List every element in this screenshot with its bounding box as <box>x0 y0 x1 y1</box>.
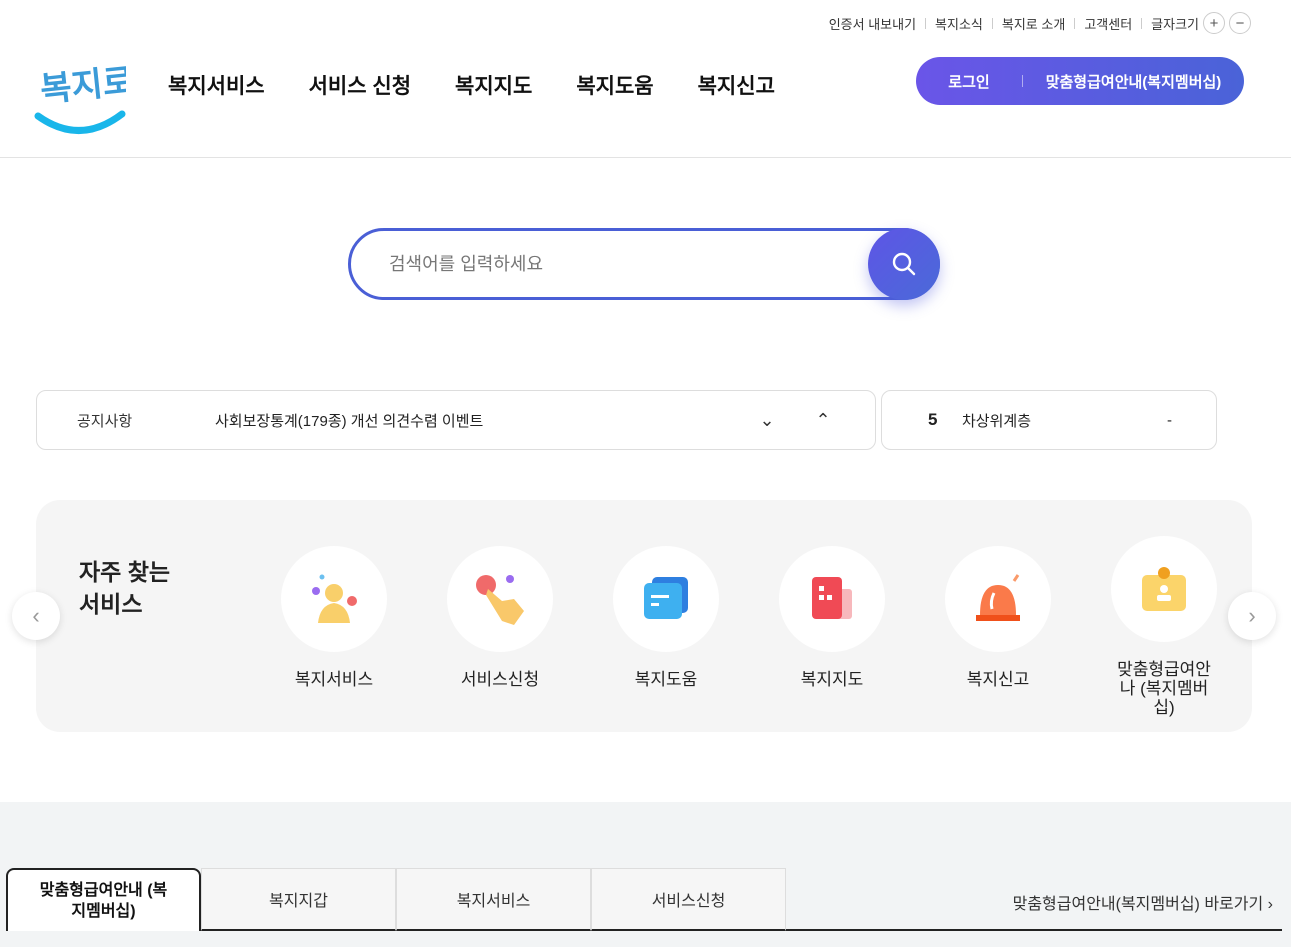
nav-welfare-help[interactable]: 복지도움 <box>576 70 653 100</box>
search-button[interactable] <box>868 228 940 300</box>
hand-pointer-icon <box>476 575 524 625</box>
chevron-right-icon: › <box>1248 603 1256 628</box>
favorite-services: 자주 찾는 서비스 복지서비스 서비스신청 복지도움 복지지도 복지신고 맞춤형급… <box>36 500 1252 732</box>
favorites-title: 자주 찾는 서비스 <box>79 559 171 617</box>
fav-item-membership[interactable]: 맞춤형급여안나 (복지멤버십) <box>1111 536 1217 717</box>
search-input[interactable] <box>389 253 849 275</box>
tab-welfare-service[interactable]: 복지서비스 <box>396 868 591 931</box>
chevron-down-icon[interactable]: ⌄ <box>739 410 795 431</box>
chevron-up-icon[interactable]: ⌃ <box>795 410 851 431</box>
login-bar: 로그인 맞춤형급여안내(복지멤버십) <box>916 57 1244 105</box>
popular-keyword[interactable]: 5 차상위계층 - <box>881 390 1217 450</box>
logo[interactable]: 복지로 <box>34 54 136 138</box>
rank-keyword: 차상위계층 <box>962 412 1032 430</box>
login-button[interactable]: 로그인 <box>916 71 1022 92</box>
tab-underline <box>786 929 1282 931</box>
font-size-label: 글자크기 <box>1151 16 1199 32</box>
fav-next-button[interactable]: › <box>1228 592 1276 640</box>
membership-button[interactable]: 맞춤형급여안내(복지멤버십) <box>1023 71 1244 92</box>
search-icon <box>892 252 916 276</box>
fav-prev-button[interactable]: ‹ <box>12 592 60 640</box>
person-icon <box>312 574 357 623</box>
main-nav: 복지서비스 서비스 신청 복지지도 복지도움 복지신고 <box>168 70 775 100</box>
notice-bar: 공지사항 사회보장통계(179종) 개선 의견수렴 이벤트 ⌄ ⌃ <box>36 390 876 450</box>
header-divider <box>0 157 1291 158</box>
tab-wallet[interactable]: 복지지갑 <box>201 868 396 931</box>
rank-change: - <box>1167 411 1172 429</box>
tab-membership[interactable]: 맞춤형급여안내 (복지멤버십) <box>6 868 201 931</box>
customer-center-link[interactable]: 고객센터 <box>1084 14 1132 33</box>
nav-service-apply[interactable]: 서비스 신청 <box>309 70 411 100</box>
fav-item-welfare-map[interactable]: 복지지도 <box>779 546 885 717</box>
fav-item-welfare-service[interactable]: 복지서비스 <box>281 546 387 717</box>
nav-welfare-map[interactable]: 복지지도 <box>455 70 532 100</box>
search-box <box>348 228 940 300</box>
cert-export-link[interactable]: 인증서 내보내기 <box>829 14 916 33</box>
fav-item-welfare-report[interactable]: 복지신고 <box>945 546 1051 717</box>
font-increase-button[interactable]: + <box>1203 12 1225 34</box>
nav-welfare-service[interactable]: 복지서비스 <box>168 70 265 100</box>
about-link[interactable]: 복지로 소개 <box>1002 14 1065 33</box>
siren-icon <box>976 574 1020 621</box>
tab-service-apply[interactable]: 서비스신청 <box>591 868 786 931</box>
chevron-left-icon: ‹ <box>32 603 40 628</box>
message-icon <box>644 577 688 619</box>
id-card-icon <box>1142 567 1186 611</box>
bottom-tabs: 맞춤형급여안내 (복지멤버십) 복지지갑 복지서비스 서비스신청 <box>6 868 786 931</box>
nav-welfare-report[interactable]: 복지신고 <box>698 70 775 100</box>
notice-text[interactable]: 사회보장통계(179종) 개선 의견수렴 이벤트 <box>215 410 739 431</box>
fav-item-welfare-help[interactable]: 복지도움 <box>613 546 719 717</box>
rank-number: 5 <box>928 410 938 429</box>
fav-item-service-apply[interactable]: 서비스신청 <box>447 546 553 717</box>
notice-label: 공지사항 <box>77 412 133 430</box>
membership-shortcut-link[interactable]: 맞춤형급여안내(복지멤버십) 바로가기 › <box>1013 890 1273 914</box>
news-link[interactable]: 복지소식 <box>935 14 983 33</box>
font-decrease-button[interactable]: − <box>1229 12 1251 34</box>
svg-text:복지로: 복지로 <box>38 61 126 111</box>
building-icon <box>812 577 852 619</box>
utility-links: 인증서 내보내기 복지소식 복지로 소개 고객센터 글자크기 + − <box>829 12 1251 34</box>
